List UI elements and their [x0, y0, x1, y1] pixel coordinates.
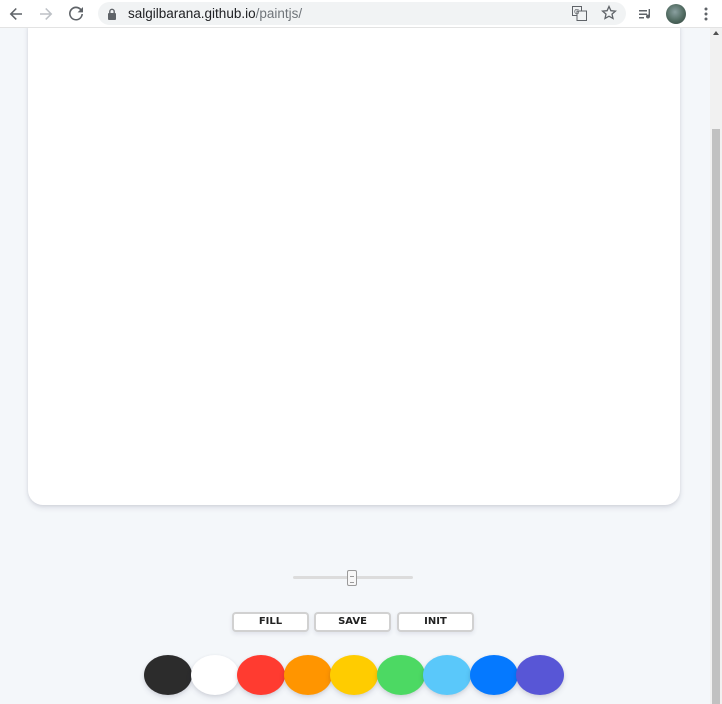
color-swatch-blue[interactable] [469, 655, 518, 695]
translate-icon[interactable]: G [572, 6, 587, 26]
lock-icon [107, 7, 117, 25]
color-swatch-green[interactable] [376, 655, 425, 695]
color-swatch-red[interactable] [237, 655, 285, 695]
url-host: salgilbarana.github.io [128, 6, 256, 21]
star-icon[interactable] [601, 4, 617, 26]
arrow-left-icon[interactable] [5, 3, 27, 25]
color-swatch-light-blue[interactable] [423, 655, 471, 695]
scrollbar-thumb[interactable] [712, 129, 720, 704]
color-swatch-purple[interactable] [516, 655, 564, 695]
profile-avatar[interactable] [666, 4, 686, 24]
save-button[interactable]: SAVE [314, 612, 391, 632]
kebab-menu-icon[interactable] [695, 3, 717, 25]
svg-text:G: G [574, 8, 579, 16]
url-path: /paintjs/ [255, 6, 303, 21]
color-swatch-white[interactable] [190, 655, 239, 695]
reload-icon[interactable] [65, 3, 87, 25]
scroll-up-arrow-icon[interactable] [713, 31, 719, 35]
arrow-right-icon[interactable] [35, 3, 57, 25]
browser-toolbar: salgilbarana.github.io/paintjs/ G [0, 0, 722, 28]
color-swatch-yellow[interactable] [330, 655, 378, 695]
paint-canvas[interactable] [28, 14, 680, 505]
fill-button[interactable]: FILL [232, 612, 309, 632]
url-text: salgilbarana.github.io/paintjs/ [128, 6, 302, 21]
color-swatch-orange[interactable] [283, 655, 332, 695]
media-queue-icon[interactable] [635, 3, 657, 25]
color-swatch-black[interactable] [144, 655, 192, 695]
brush-size-slider-thumb[interactable] [346, 570, 357, 586]
address-bar[interactable]: salgilbarana.github.io/paintjs/ G [98, 2, 626, 25]
page-scrollbar[interactable] [710, 27, 722, 704]
init-button[interactable]: INIT [397, 612, 474, 632]
